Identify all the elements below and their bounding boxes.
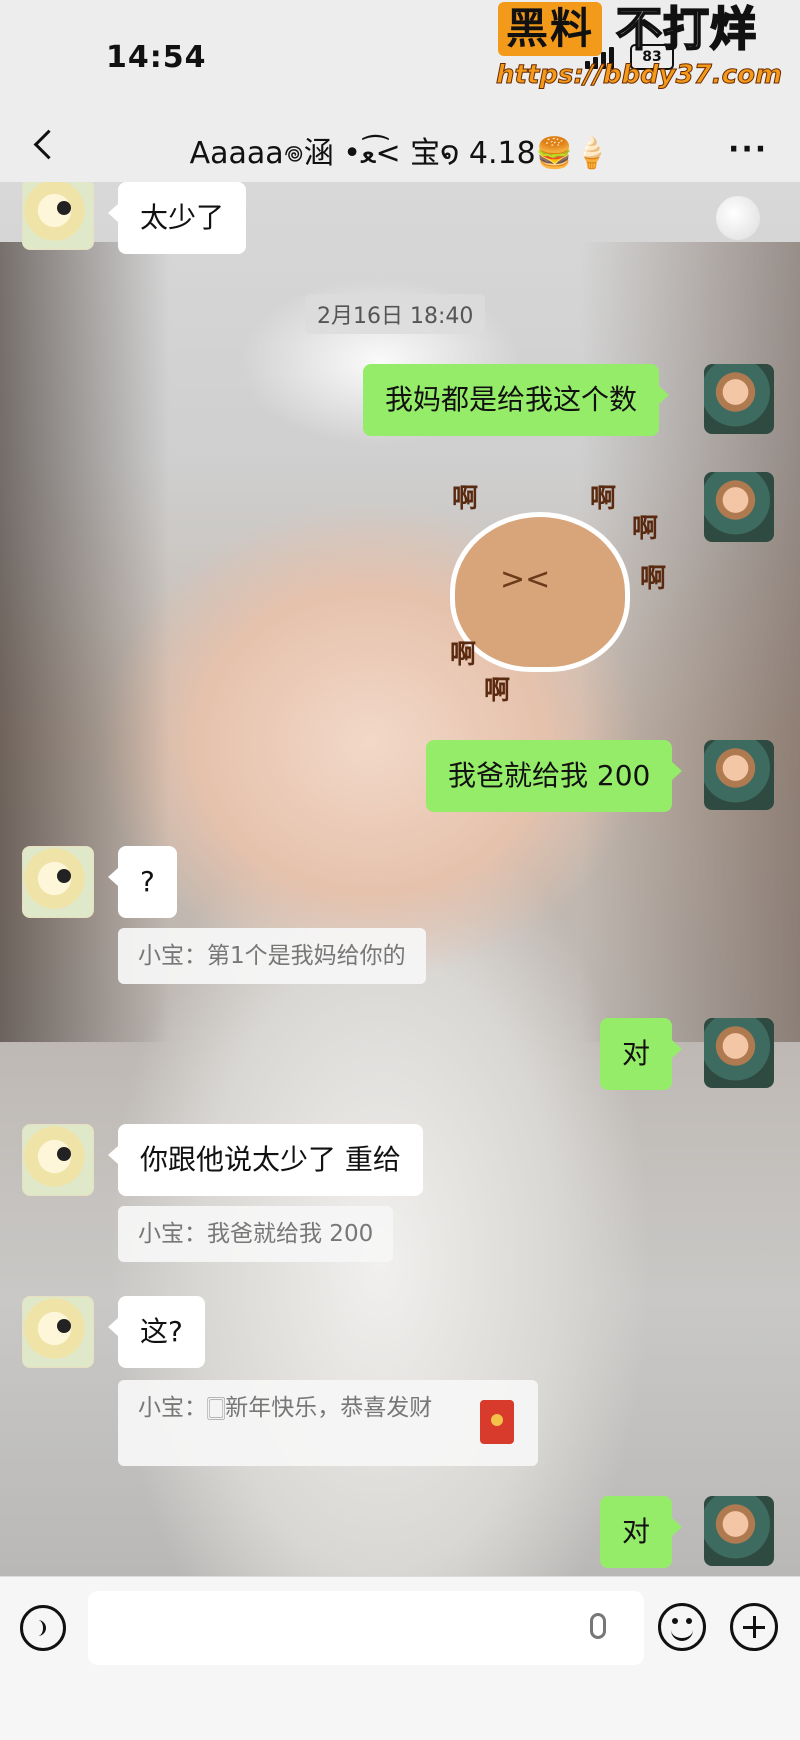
watermark-url: https://bbdy37.com	[495, 60, 783, 91]
avatar[interactable]	[22, 182, 94, 250]
plus-icon[interactable]	[730, 1603, 778, 1651]
sticker-face: ><	[500, 562, 551, 597]
chat-header: Aaaaa𖦹涵 •ﻌ<͡ 宝໑ 4.18🍔🍦 ···	[0, 110, 800, 182]
quote-reply[interactable]: 小宝：第1个是我妈给你的	[118, 928, 426, 984]
avatar-self[interactable]	[704, 740, 774, 810]
message-received[interactable]: 你跟他说太少了 重给	[108, 1124, 423, 1196]
sticker-text: 啊	[450, 640, 477, 670]
message-sent[interactable]: 我爸就给我 200	[426, 740, 683, 812]
photo-hair-left	[0, 242, 170, 1042]
message-received[interactable]: 这?	[108, 1296, 205, 1368]
voice-icon[interactable]	[20, 1605, 66, 1651]
avatar-self[interactable]	[704, 1018, 774, 1088]
more-icon[interactable]: ···	[728, 132, 768, 167]
quote-reply[interactable]: 小宝：我爸就给我 200	[118, 1206, 394, 1262]
message-sent[interactable]: 对	[600, 1018, 683, 1090]
message-input[interactable]	[88, 1591, 644, 1665]
message-sent[interactable]: 我妈都是给我这个数	[363, 364, 670, 436]
sticker-text: 啊	[640, 564, 667, 594]
chat-area[interactable]: 太少了 2月16日 18:40 我妈都是给我这个数 >< 啊 啊 啊 啊 啊 啊…	[0, 182, 800, 1576]
avatar[interactable]	[22, 846, 94, 918]
avatar-self[interactable]	[704, 364, 774, 434]
avatar[interactable]	[22, 1124, 94, 1196]
sticker-text: 啊	[452, 484, 479, 514]
sticker-text: 啊	[484, 676, 511, 706]
red-packet-icon	[480, 1400, 514, 1444]
watermark: 黑料 不打烊 https://bbdy37.com	[494, 0, 794, 100]
emoji-icon[interactable]	[658, 1603, 706, 1651]
timestamp: 2月16日 18:40	[305, 294, 486, 334]
watermark-tagline: 不打烊	[615, 1, 757, 57]
avatar-self[interactable]	[704, 472, 774, 542]
input-bar	[0, 1576, 800, 1740]
status-time: 14:54	[106, 40, 207, 75]
message-sent[interactable]: 对	[600, 1496, 683, 1568]
watermark-brand: 黑料	[498, 2, 603, 56]
message-received[interactable]: ?	[108, 846, 177, 918]
mic-icon[interactable]	[590, 1613, 606, 1639]
sticker-text: 啊	[632, 514, 659, 544]
quote-reply-redpacket[interactable]: 小宝：🀆新年快乐，恭喜发财	[118, 1380, 538, 1466]
avatar[interactable]	[22, 1296, 94, 1368]
sticker-text: 啊	[590, 484, 617, 514]
message-received[interactable]: 太少了	[107, 182, 247, 254]
avatar-self[interactable]	[704, 1496, 774, 1566]
moon-decoration	[716, 196, 760, 240]
chat-title: Aaaaa𖦹涵 •ﻌ<͡ 宝໑ 4.18🍔🍦	[189, 136, 611, 171]
